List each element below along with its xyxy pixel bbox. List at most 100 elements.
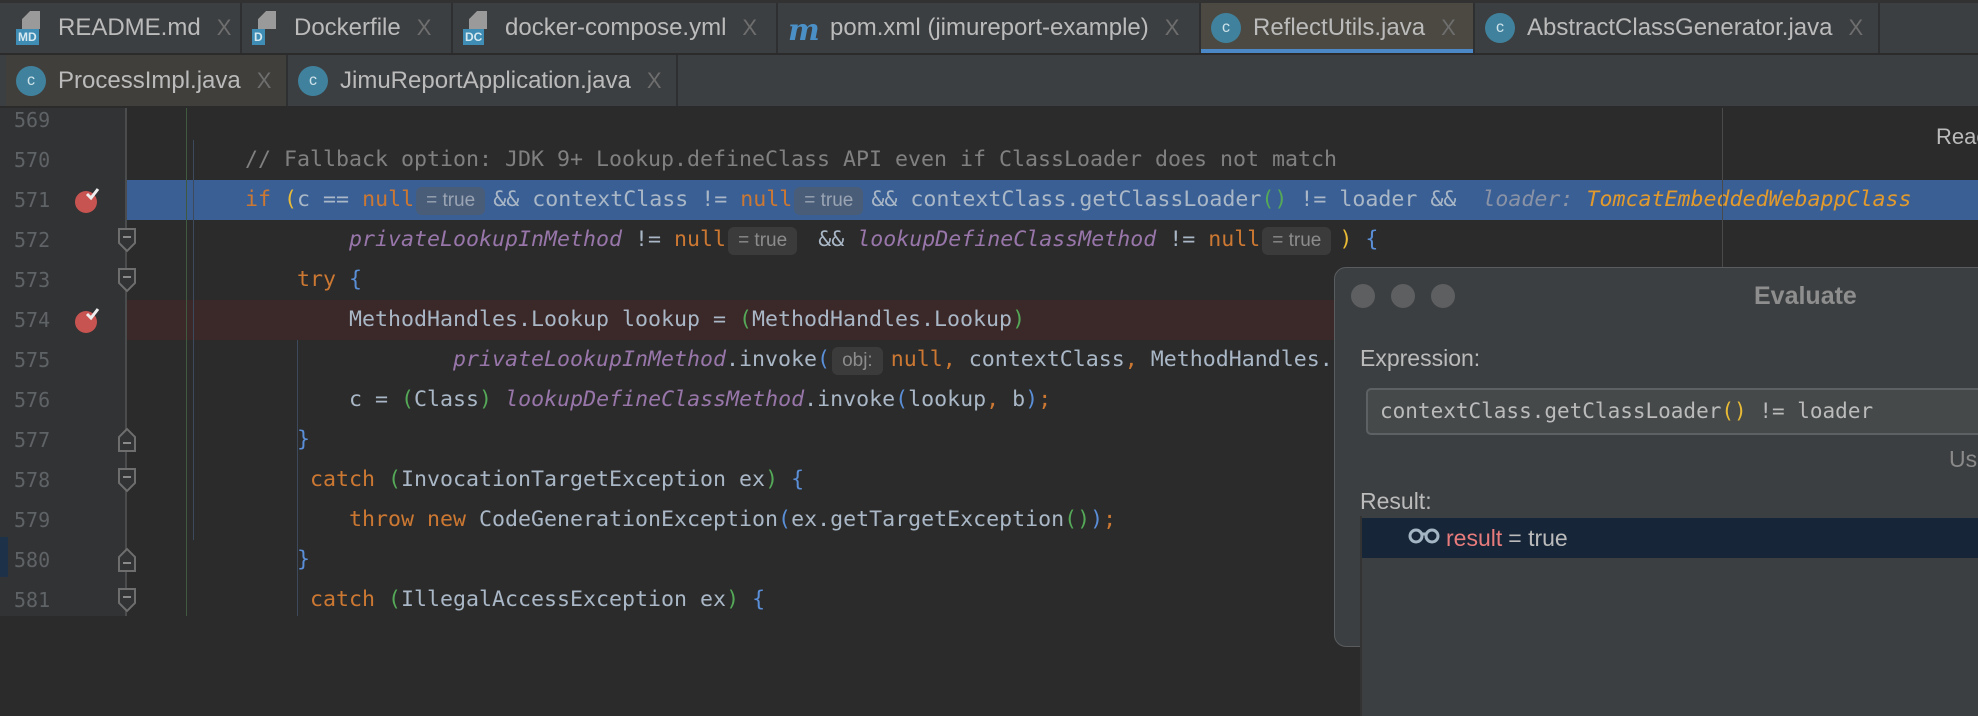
tab-pom-xml-jimureport-example-[interactable]: m pom.xml (jimureport-example) X bbox=[778, 3, 1201, 53]
breakpoint-icon[interactable] bbox=[74, 186, 100, 214]
code-token: // Fallback option: JDK 9+ Lookup.define… bbox=[141, 147, 1338, 172]
expression-token: () bbox=[1721, 399, 1747, 423]
code-token: ex.getTargetException bbox=[791, 507, 1065, 532]
expression-input[interactable]: contextClass.getClassLoader() != loader bbox=[1366, 388, 1978, 435]
editor-gutter[interactable]: 569 570 571 572 573 574 575 576 577 578 579 580 581 bbox=[0, 108, 136, 616]
fold-end-icon[interactable] bbox=[117, 427, 137, 453]
code-line[interactable]: catch (IllegalAccessException ex) { bbox=[141, 580, 765, 616]
use-hint-link[interactable]: Us bbox=[1949, 446, 1977, 473]
file-page bbox=[469, 11, 487, 29]
code-token: { bbox=[1365, 227, 1379, 252]
code-token: privateLookupInMethod bbox=[349, 227, 623, 252]
close-tab-icon[interactable]: X bbox=[1441, 15, 1456, 41]
tab-label: Dockerfile bbox=[294, 14, 401, 41]
code-line[interactable]: } bbox=[141, 540, 310, 580]
tab-reflectutils-java[interactable]: c ReflectUtils.java X bbox=[1201, 3, 1475, 53]
line-number[interactable]: 576 bbox=[14, 380, 64, 420]
result-label: Result: bbox=[1360, 488, 1432, 514]
line-number[interactable]: 575 bbox=[14, 340, 64, 380]
code-token: ( bbox=[388, 587, 402, 612]
code-line[interactable]: // Fallback option: JDK 9+ Lookup.define… bbox=[141, 140, 1337, 180]
line-number[interactable]: 570 bbox=[14, 140, 64, 180]
line-number[interactable]: 577 bbox=[14, 420, 64, 460]
code-token: throw new bbox=[349, 507, 480, 532]
fold-collapse-icon[interactable] bbox=[117, 587, 137, 613]
code-token: } bbox=[297, 547, 311, 572]
line-number[interactable]: 572 bbox=[14, 220, 64, 260]
code-line[interactable]: if (c == null = true && contextClass != nu… bbox=[141, 180, 1911, 220]
code-line[interactable]: privateLookupInMethod.invoke(obj: null, c… bbox=[141, 340, 1437, 380]
tab-dockerfile[interactable]: D Dockerfile X bbox=[242, 3, 453, 53]
code-token: ; bbox=[1103, 507, 1117, 532]
line-number[interactable]: 580 bbox=[14, 540, 64, 580]
code-token: != loader && bbox=[1287, 187, 1483, 212]
line-number[interactable]: 581 bbox=[14, 580, 64, 616]
line-number[interactable]: 573 bbox=[14, 260, 64, 300]
code-line[interactable]: privateLookupInMethod != null = true && l… bbox=[141, 220, 1378, 260]
tab-readme-md[interactable]: MD README.md X bbox=[6, 3, 242, 53]
code-token: lookup bbox=[908, 387, 987, 412]
close-window-button[interactable] bbox=[1351, 284, 1375, 308]
close-tab-icon[interactable]: X bbox=[1848, 15, 1863, 41]
tab-label: docker-compose.yml bbox=[505, 14, 727, 41]
code-token: ) bbox=[1090, 507, 1104, 532]
close-tab-icon[interactable]: X bbox=[257, 68, 272, 94]
close-tab-icon[interactable]: X bbox=[742, 15, 757, 41]
code-line[interactable]: try { bbox=[141, 260, 362, 300]
line-number[interactable]: 579 bbox=[14, 500, 64, 540]
file-page bbox=[258, 11, 276, 29]
breakpoint-icon[interactable] bbox=[74, 306, 100, 334]
code-token: catch bbox=[310, 587, 389, 612]
close-tab-icon[interactable]: X bbox=[417, 15, 432, 41]
editor-tabs-row-2: c ProcessImpl.java Xc JimuReportApplication… bbox=[0, 55, 1978, 108]
close-tab-icon[interactable]: X bbox=[647, 68, 662, 94]
code-token: b bbox=[1012, 387, 1026, 412]
line-number[interactable]: 571 bbox=[14, 180, 64, 220]
code-token: && contextClass != bbox=[493, 187, 741, 212]
result-row[interactable]: result = true bbox=[1362, 518, 1978, 558]
minimize-window-button[interactable] bbox=[1391, 284, 1415, 308]
reader-mode-button[interactable]: Reac bbox=[1936, 124, 1978, 150]
close-tab-icon[interactable]: X bbox=[217, 15, 232, 41]
tab-abstractclassgenerator-java[interactable]: c AbstractClassGenerator.java X bbox=[1475, 3, 1880, 53]
inline-value-hint: = true bbox=[416, 187, 486, 215]
code-line[interactable]: throw new CodeGenerationException(ex.get… bbox=[141, 500, 1116, 540]
code-token: ( bbox=[284, 187, 298, 212]
line-number[interactable]: 578 bbox=[14, 460, 64, 500]
code-token: ) bbox=[1012, 307, 1026, 332]
java-class-icon: c bbox=[1211, 13, 1241, 43]
zoom-window-button[interactable] bbox=[1431, 284, 1455, 308]
code-token: != bbox=[1156, 227, 1209, 252]
tab-label: README.md bbox=[58, 14, 201, 41]
code-token: ) bbox=[1025, 387, 1039, 412]
fold-collapse-icon[interactable] bbox=[117, 227, 137, 253]
tab-jimureportapplication-java[interactable]: c JimuReportApplication.java X bbox=[288, 55, 678, 106]
change-marker-line bbox=[186, 108, 187, 616]
fold-collapse-icon[interactable] bbox=[117, 267, 137, 293]
code-token: privateLookupInMethod bbox=[453, 347, 727, 372]
code-line[interactable]: } bbox=[141, 420, 310, 460]
tab-processimpl-java[interactable]: c ProcessImpl.java X bbox=[6, 55, 288, 106]
tab-docker-compose-yml[interactable]: DC docker-compose.yml X bbox=[453, 3, 778, 53]
code-token: () bbox=[1261, 187, 1288, 212]
code-token: ; bbox=[1038, 387, 1052, 412]
result-name: result bbox=[1446, 524, 1503, 551]
code-line[interactable]: MethodHandles.Lookup lookup = (MethodHan… bbox=[141, 300, 1025, 340]
fold-end-icon[interactable] bbox=[117, 547, 137, 573]
code-token: lookupDefineClassMethod bbox=[857, 227, 1157, 252]
line-number[interactable]: 574 bbox=[14, 300, 64, 340]
line-number[interactable]: 569 bbox=[14, 108, 64, 140]
fold-collapse-icon[interactable] bbox=[117, 467, 137, 493]
close-tab-icon[interactable]: X bbox=[1165, 15, 1180, 41]
result-tree[interactable]: result = true bbox=[1360, 516, 1978, 716]
code-line[interactable]: c = (Class) lookupDefineClassMethod.invo… bbox=[141, 380, 1051, 420]
code-line[interactable]: catch (InvocationTargetException ex) { bbox=[141, 460, 804, 500]
code-token: null bbox=[674, 227, 727, 252]
code-token: MethodHandles.Lookup lookup = bbox=[141, 307, 740, 332]
maven-icon: m bbox=[788, 13, 820, 48]
expression-token: != loader bbox=[1746, 399, 1874, 423]
